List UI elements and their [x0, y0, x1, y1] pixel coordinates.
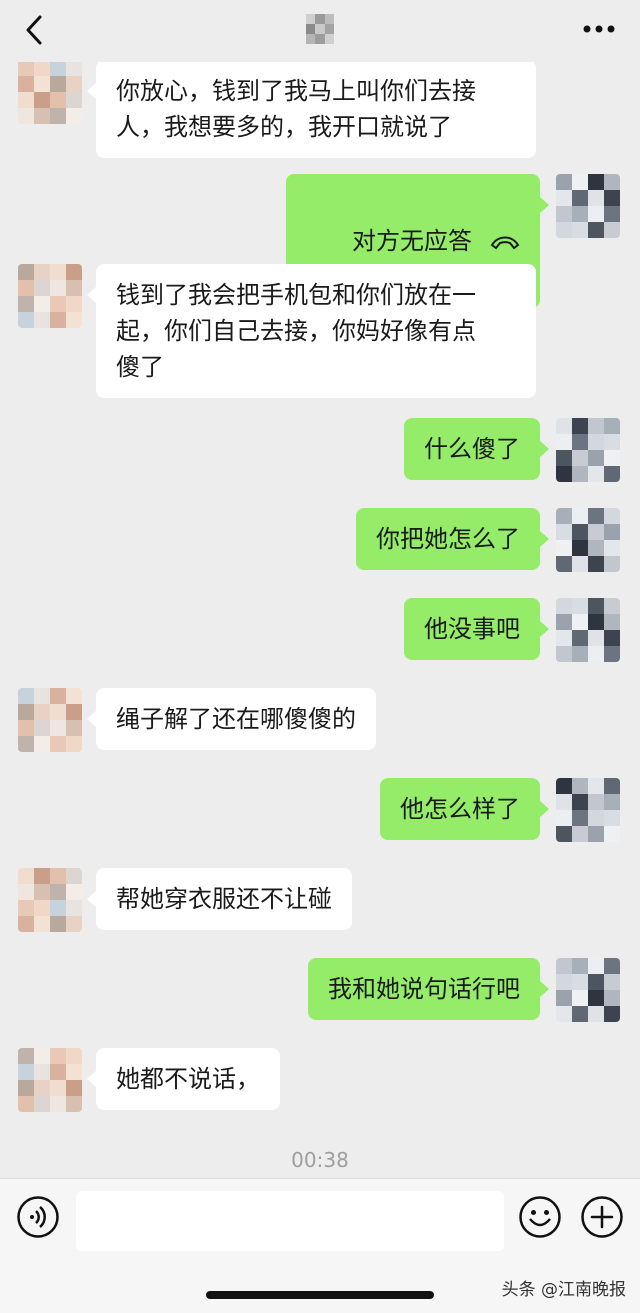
- avatar[interactable]: [18, 868, 82, 932]
- input-bar: 头条 @江南晚报: [0, 1178, 640, 1313]
- voice-icon[interactable]: [16, 1195, 60, 1239]
- avatar[interactable]: [18, 688, 82, 752]
- watermark: 头条 @江南晚报: [501, 1280, 626, 1300]
- navigation-bar: [0, 0, 640, 62]
- avatar[interactable]: [556, 778, 620, 842]
- plus-icon[interactable]: [580, 1195, 624, 1239]
- message-bubble[interactable]: 我和她说句话行吧: [308, 958, 549, 1020]
- message-bubble[interactable]: 他没事吧: [404, 598, 549, 660]
- avatar[interactable]: [556, 174, 620, 238]
- avatar[interactable]: [18, 60, 82, 124]
- avatar[interactable]: [556, 418, 620, 482]
- message-bubble[interactable]: 你放心，钱到了我马上叫你们去接 人，我想要多的，我开口就说了: [87, 60, 536, 158]
- avatar[interactable]: [18, 1048, 82, 1112]
- message-bubble[interactable]: 你把她怎么了: [356, 508, 549, 570]
- message-bubble[interactable]: 她都不说话，: [87, 1048, 280, 1110]
- message-bubble[interactable]: 帮她穿衣服还不让碰: [87, 868, 352, 930]
- chat-area[interactable]: 你放心，钱到了我马上叫你们去接 人，我想要多的，我开口就说了 对方无应答 钱到了…: [0, 0, 640, 1180]
- avatar[interactable]: [556, 508, 620, 572]
- message-text: 对方无应答: [352, 227, 472, 255]
- avatar[interactable]: [18, 264, 82, 328]
- emoji-icon[interactable]: [518, 1195, 562, 1239]
- home-indicator: [206, 1291, 434, 1299]
- chat-title-pixelated: [306, 14, 334, 44]
- chevron-left-icon[interactable]: [18, 12, 54, 48]
- message-bubble[interactable]: 什么傻了: [404, 418, 549, 480]
- message-input[interactable]: [76, 1191, 504, 1251]
- avatar[interactable]: [556, 598, 620, 662]
- timestamp: 00:38: [291, 1148, 349, 1172]
- message-bubble[interactable]: 钱到了我会把手机包和你们放在一 起，你们自己去接，你妈好像有点 傻了: [87, 264, 536, 398]
- avatar[interactable]: [556, 958, 620, 1022]
- message-bubble[interactable]: 绳子解了还在哪傻傻的: [87, 688, 376, 750]
- hang-up-icon: [490, 236, 520, 250]
- message-bubble[interactable]: 他怎么样了: [380, 778, 549, 840]
- more-dots-icon[interactable]: [582, 22, 616, 36]
